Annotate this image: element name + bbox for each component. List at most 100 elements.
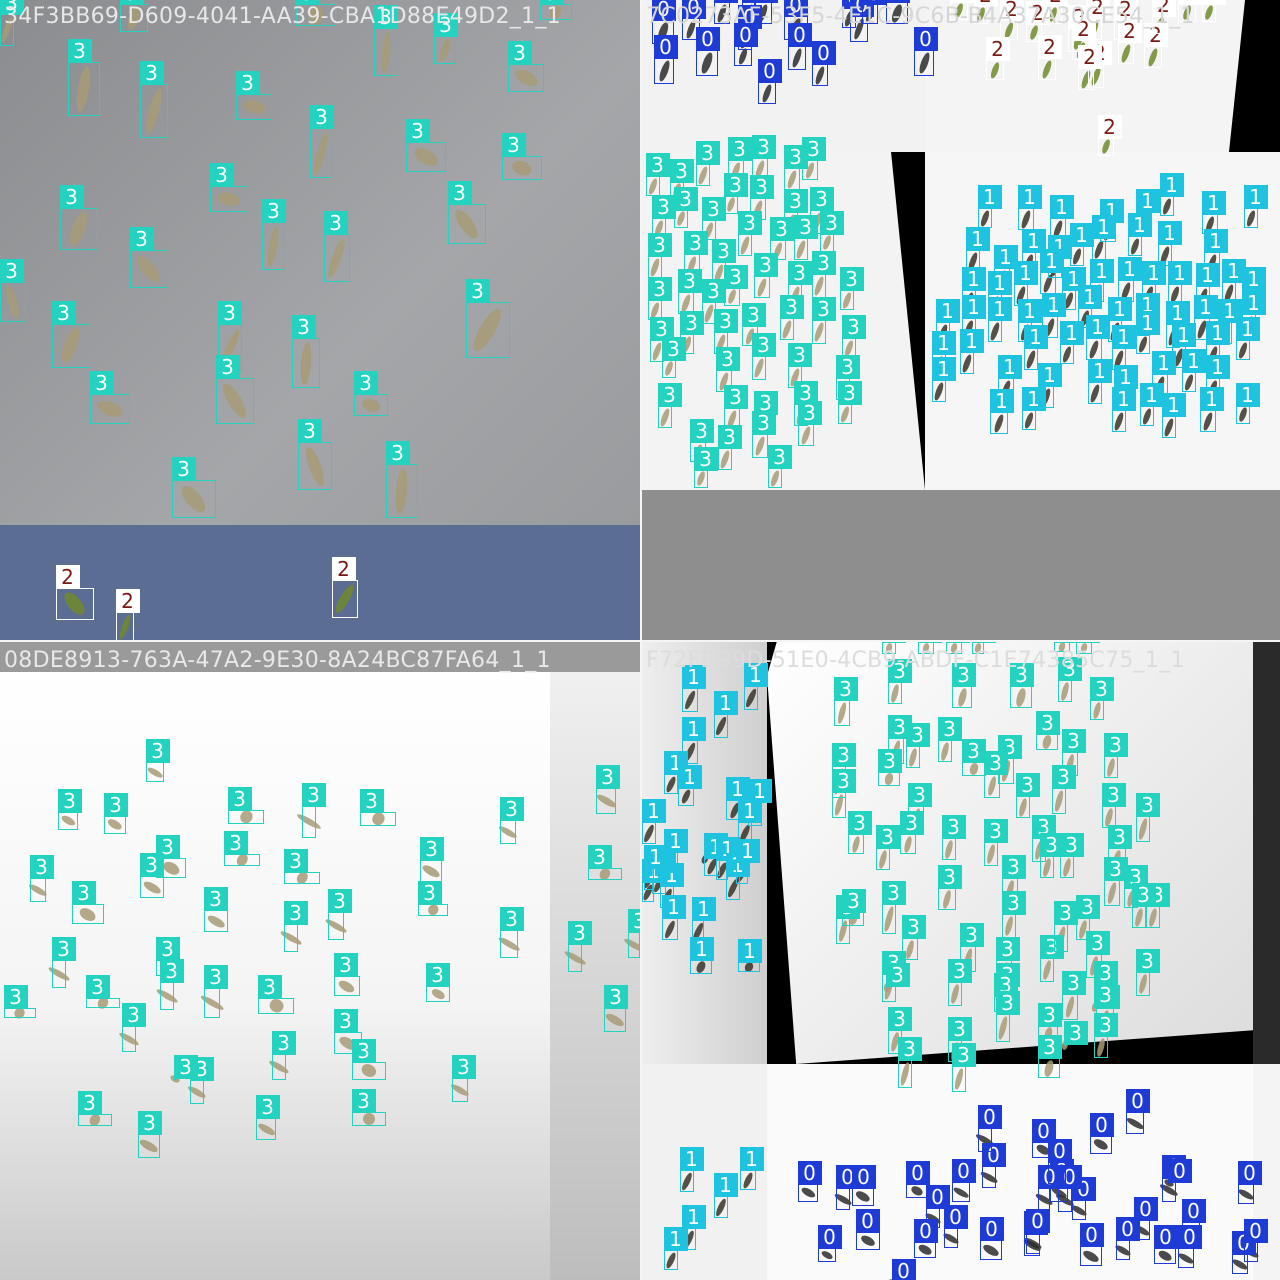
detection-box-class-1: 1	[1039, 249, 1064, 294]
class-label-tag: 1	[1117, 257, 1142, 281]
class-label-tag: 3	[121, 1003, 146, 1027]
class-label-tag: 1	[961, 267, 986, 291]
class-label-tag: 3	[1051, 765, 1076, 789]
tile-title: 08DE8913-763A-47A2-9E30-8A24BC87FA64_1_1	[4, 648, 551, 673]
class-label-tag: 3	[223, 831, 248, 855]
detection-box-class-1: 1	[1139, 383, 1164, 426]
class-label-tag: 3	[983, 751, 1008, 775]
detection-box-class-3: 3	[85, 975, 120, 1008]
class-label-tag: 1	[1235, 317, 1260, 341]
class-label-tag: 1	[737, 939, 762, 963]
detection-box-class-1: 1	[677, 765, 702, 806]
class-label-tag: 1	[1243, 185, 1268, 209]
class-label-tag: 0	[1243, 1219, 1268, 1243]
detection-box-class-3: 3	[89, 371, 130, 424]
detection-box-class-3: 3	[661, 337, 686, 378]
class-label-tag: 3	[587, 845, 612, 869]
detection-box-class-3: 3	[139, 853, 164, 898]
class-label-tag: 3	[261, 199, 286, 223]
detection-box-class-2: 2	[1143, 23, 1168, 68]
class-label-tag: 3	[405, 119, 430, 143]
class-label-tag: 3	[173, 1055, 198, 1079]
class-label-tag: 3	[51, 937, 76, 961]
class-label-tag: 3	[897, 1037, 922, 1061]
class-label-tag: 3	[603, 985, 628, 1009]
class-label-tag: 1	[1111, 325, 1136, 349]
class-label-tag: 0	[1177, 1225, 1202, 1249]
detection-box-class-1: 1	[743, 663, 768, 710]
class-label-tag: 1	[642, 799, 666, 823]
detection-box-class-3: 3	[937, 865, 962, 910]
detection-box-class-3: 3	[837, 381, 862, 424]
detection-box-class-3: 3	[673, 187, 698, 228]
class-label-tag: 3	[917, 642, 942, 643]
class-label-tag: 3	[567, 921, 592, 945]
class-label-tag: 3	[333, 953, 358, 977]
detection-box-class-3: 3	[465, 279, 510, 358]
class-label-tag: 3	[1063, 1021, 1088, 1045]
class-label-tag: 3	[831, 769, 856, 793]
class-label-tag: 3	[465, 279, 490, 303]
detection-box-class-1: 1	[689, 937, 714, 974]
class-label-tag: 3	[647, 233, 672, 257]
class-label-tag: 0	[753, 0, 778, 3]
detection-box-class-1: 1	[1181, 349, 1206, 392]
detection-box-class-3: 3	[587, 845, 622, 880]
class-label-tag: 3	[499, 797, 524, 821]
class-label-tag: 3	[129, 227, 154, 251]
detection-box-class-3: 3	[419, 837, 444, 882]
class-label-tag: 3	[139, 61, 164, 85]
class-label-tag: 3	[811, 251, 836, 275]
detection-box-class-3: 3	[145, 739, 170, 782]
detection-box-class-3: 3	[57, 789, 82, 830]
detection-box-class-3: 3	[501, 133, 542, 180]
detection-box-class-3: 3	[885, 963, 910, 988]
class-label-tag: 0	[943, 1205, 968, 1229]
detection-box-class-1: 1	[643, 845, 668, 890]
class-label-tag: 3	[693, 447, 718, 471]
right-strip	[1253, 642, 1280, 1064]
detection-box-class-3: 3	[255, 1095, 280, 1140]
detection-box-class-3: 3	[235, 71, 272, 120]
detection-box-class-0: 0	[1115, 1217, 1140, 1260]
class-label-tag: 0	[1153, 1225, 1178, 1249]
detection-box-class-3: 3	[29, 855, 54, 902]
class-label-tag: 1	[1141, 261, 1166, 285]
class-label-tag: 0	[1181, 1199, 1206, 1223]
class-label-tag: 1	[1201, 191, 1226, 215]
class-label-tag: 3	[1089, 677, 1114, 701]
detection-box-class-3: 3	[447, 181, 486, 244]
class-label-tag: 1	[739, 1147, 764, 1171]
detection-box-class-3: 3	[499, 797, 524, 844]
class-label-tag: 3	[51, 301, 76, 325]
detection-box-class-3: 3	[875, 825, 900, 870]
class-label-tag: 1	[1181, 349, 1206, 373]
class-label-tag: 3	[751, 135, 776, 159]
detection-box-class-3: 3	[425, 963, 450, 1002]
class-label-tag: 3	[819, 211, 844, 235]
detection-box-class-3: 3	[595, 765, 620, 814]
class-label-tag: 1	[1157, 221, 1182, 245]
detection-box-class-0: 0	[1037, 1165, 1062, 1210]
class-label-tag: 1	[1203, 229, 1228, 253]
class-label-tag: 3	[683, 231, 708, 255]
detection-box-class-2: 2	[1097, 115, 1122, 156]
class-label-tag: 3	[689, 419, 714, 443]
class-label-tag: 1	[1023, 325, 1048, 349]
detection-box-class-3: 3	[1051, 765, 1076, 814]
detection-box-class-1: 1	[661, 895, 686, 940]
detection-box-class-0: 0	[757, 59, 782, 104]
class-label-tag: 0	[653, 35, 678, 59]
class-label-tag: 0	[695, 27, 720, 51]
class-label-tag: 3	[779, 295, 804, 319]
mosaic-quadrant-bottom-right: F72FD99D-51E0-4CB9-ABDF-C1E74385C75_1_1 …	[642, 642, 1280, 1280]
blue-background	[0, 525, 640, 640]
class-label-tag: 3	[215, 355, 240, 379]
detection-box-class-1: 1	[987, 297, 1012, 342]
class-label-tag: 0	[1115, 1217, 1140, 1241]
class-label-tag: 0	[1089, 1113, 1114, 1137]
detection-box-class-0: 0	[977, 1105, 1002, 1152]
class-label-tag: 1	[725, 777, 750, 801]
class-label-tag: 3	[833, 677, 858, 701]
class-label-tag: 3	[1001, 891, 1026, 915]
